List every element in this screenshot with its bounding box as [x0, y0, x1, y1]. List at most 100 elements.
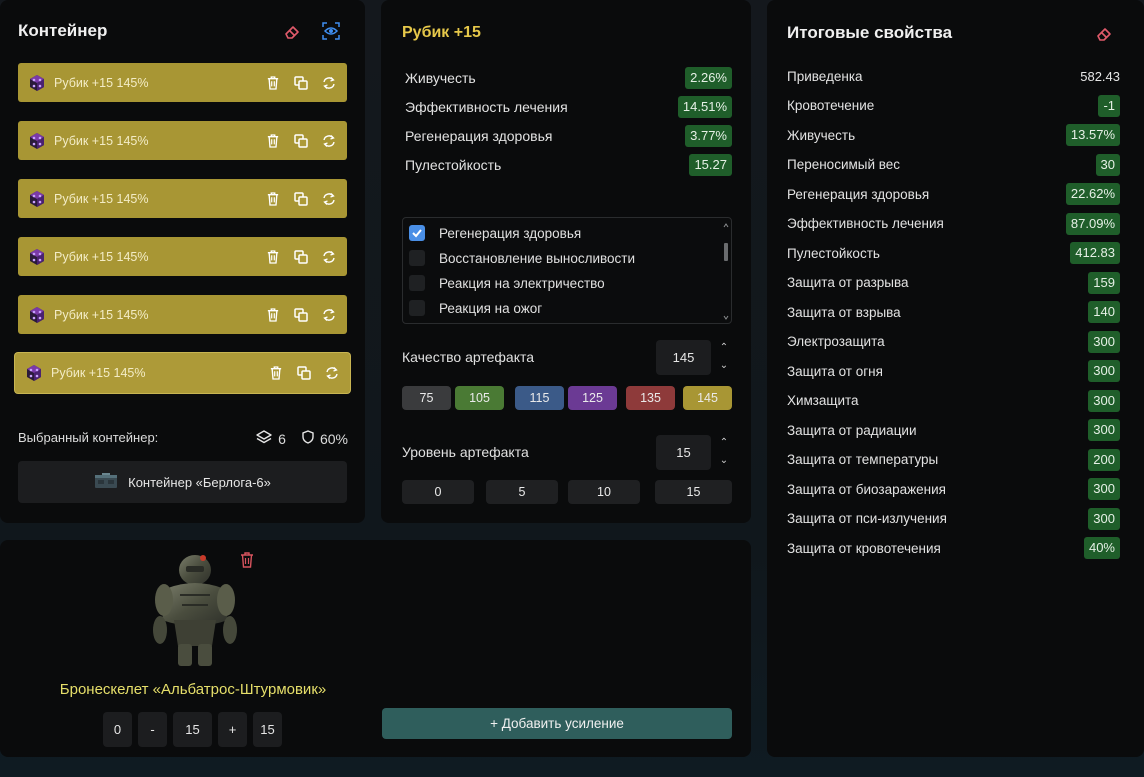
armor-level-plus-button[interactable]: +	[218, 712, 247, 747]
artifact-cube-icon	[28, 132, 46, 150]
container-slot[interactable]: Рубик +15 145%	[15, 353, 350, 393]
artifact-cube-icon	[25, 364, 43, 382]
property-option[interactable]: Реакция на ожог	[409, 297, 542, 319]
total-property-name: Эффективность лечения	[787, 216, 944, 231]
level-preset-chip[interactable]: 10	[568, 480, 640, 504]
option-checkbox[interactable]	[409, 250, 425, 266]
option-label: Реакция на ожог	[439, 300, 543, 316]
slot-label: Рубик +15 145%	[54, 75, 149, 90]
trash-icon[interactable]	[265, 133, 281, 149]
swap-icon[interactable]	[321, 249, 337, 265]
level-preset-chip[interactable]: 5	[486, 480, 558, 504]
artifact-cube-icon	[28, 306, 46, 324]
artifact-cube-icon	[28, 74, 46, 92]
armor-level-min-button[interactable]: 0	[103, 712, 132, 747]
quality-preset-chip[interactable]: 145	[683, 386, 732, 410]
total-property-name: Приведенка	[787, 68, 863, 84]
quality-label: Качество артефакта	[402, 349, 535, 365]
swap-icon[interactable]	[321, 307, 337, 323]
slot-count: 6	[278, 430, 286, 447]
copy-icon[interactable]	[296, 365, 312, 381]
copy-icon[interactable]	[293, 133, 309, 149]
stat-name: Регенерация здоровья	[405, 128, 553, 144]
total-property-row: Химзащита 300	[787, 389, 1120, 412]
property-options-list[interactable]: Регенерация здоровья Восстановление вынос…	[402, 217, 732, 324]
container-select-button[interactable]: Контейнер «Берлога-6»	[18, 461, 347, 503]
trash-icon[interactable]	[265, 307, 281, 323]
swap-icon[interactable]	[321, 191, 337, 207]
total-property-name: Пулестойкость	[787, 245, 880, 261]
property-option[interactable]: Восстановление выносливости	[409, 247, 635, 269]
container-slot[interactable]: Рубик +15 145%	[18, 237, 347, 276]
total-property-row: Кровотечение -1	[787, 94, 1120, 117]
option-checkbox[interactable]	[409, 225, 425, 241]
slot-label: Рубик +15 145%	[54, 249, 149, 264]
total-property-value: 300	[1088, 419, 1120, 441]
property-option[interactable]: Регенерация здоровья	[409, 222, 581, 244]
quality-input[interactable]: 145	[656, 340, 711, 375]
total-property-name: Защита от радиации	[787, 422, 917, 438]
stat-value: 3.77%	[685, 125, 732, 147]
option-checkbox[interactable]	[409, 300, 425, 316]
artifact-panel: Рубик +15 Живучесть 2.26% Эффективность ле…	[381, 0, 751, 523]
trash-icon[interactable]	[265, 191, 281, 207]
options-scrollbar[interactable]	[723, 222, 729, 321]
quality-preset-chip[interactable]: 135	[626, 386, 675, 410]
eraser-icon[interactable]	[281, 21, 303, 43]
level-down-icon[interactable]: ⌄	[719, 455, 729, 467]
container-slot[interactable]: Рубик +15 145%	[18, 179, 347, 218]
container-slot[interactable]: Рубик +15 145%	[18, 295, 347, 334]
trash-icon[interactable]	[268, 365, 284, 381]
armor-name: Бронескелет «Альбатрос-Штурмовик»	[59, 681, 327, 698]
total-property-row: Эффективность лечения 87.09%	[787, 212, 1120, 235]
total-property-name: Защита от температуры	[787, 452, 939, 467]
artifact-stat-row: Регенерация здоровья 3.77%	[405, 125, 732, 147]
copy-icon[interactable]	[293, 75, 309, 91]
option-checkbox[interactable]	[409, 275, 425, 291]
container-name: Контейнер «Берлога-6»	[128, 474, 271, 490]
copy-icon[interactable]	[293, 249, 309, 265]
trash-icon[interactable]	[236, 549, 258, 571]
copy-icon[interactable]	[293, 307, 309, 323]
container-slot[interactable]: Рубик +15 145%	[18, 63, 347, 102]
total-property-value: 300	[1088, 360, 1120, 382]
level-preset-chip[interactable]: 0	[402, 480, 474, 504]
armor-level-minus-button[interactable]: -	[138, 712, 167, 747]
total-property-value: 300	[1088, 478, 1120, 500]
quality-up-icon[interactable]: ⌃	[719, 342, 729, 354]
trash-icon[interactable]	[265, 249, 281, 265]
quality-preset-chip[interactable]: 125	[568, 386, 617, 410]
swap-icon[interactable]	[324, 365, 340, 381]
total-property-value: 412.83	[1070, 242, 1120, 264]
total-property-name: Регенерация здоровья	[787, 186, 930, 202]
quality-preset-chip[interactable]: 75	[402, 386, 451, 410]
copy-icon[interactable]	[293, 191, 309, 207]
container-slot[interactable]: Рубик +15 145%	[18, 121, 347, 160]
swap-icon[interactable]	[321, 75, 337, 91]
eraser-icon[interactable]	[1093, 23, 1115, 45]
total-property-value: 300	[1088, 507, 1120, 530]
add-enhancement-button[interactable]: + Добавить усиление	[382, 708, 732, 739]
option-label: Реакция на электричество	[439, 275, 605, 291]
artifact-cube-icon	[28, 248, 46, 266]
quality-preset-chip[interactable]: 115	[515, 386, 564, 410]
total-property-value: 140	[1088, 301, 1120, 323]
total-property-row: Защита от биозаражения 300	[787, 478, 1120, 500]
total-property-row: Защита от температуры 200	[787, 448, 1120, 471]
armor-level-input[interactable]: 15	[173, 712, 212, 747]
swap-icon[interactable]	[321, 133, 337, 149]
slot-label: Рубик +15 145%	[51, 366, 146, 380]
total-property-name: Живучесть	[787, 127, 856, 143]
level-input[interactable]: 15	[656, 435, 711, 470]
eye-scan-icon[interactable]	[320, 20, 342, 42]
quality-down-icon[interactable]: ⌄	[719, 360, 729, 372]
armor-level-max-button[interactable]: 15	[253, 712, 282, 747]
level-up-icon[interactable]: ⌃	[719, 437, 729, 449]
options-scrollbar-thumb[interactable]	[724, 243, 728, 261]
total-property-value: 300	[1088, 389, 1120, 412]
artifact-title: Рубик +15	[402, 24, 481, 41]
trash-icon[interactable]	[265, 75, 281, 91]
property-option[interactable]: Реакция на электричество	[409, 272, 605, 294]
level-preset-chip[interactable]: 15	[655, 480, 732, 504]
quality-preset-chip[interactable]: 105	[455, 386, 504, 410]
